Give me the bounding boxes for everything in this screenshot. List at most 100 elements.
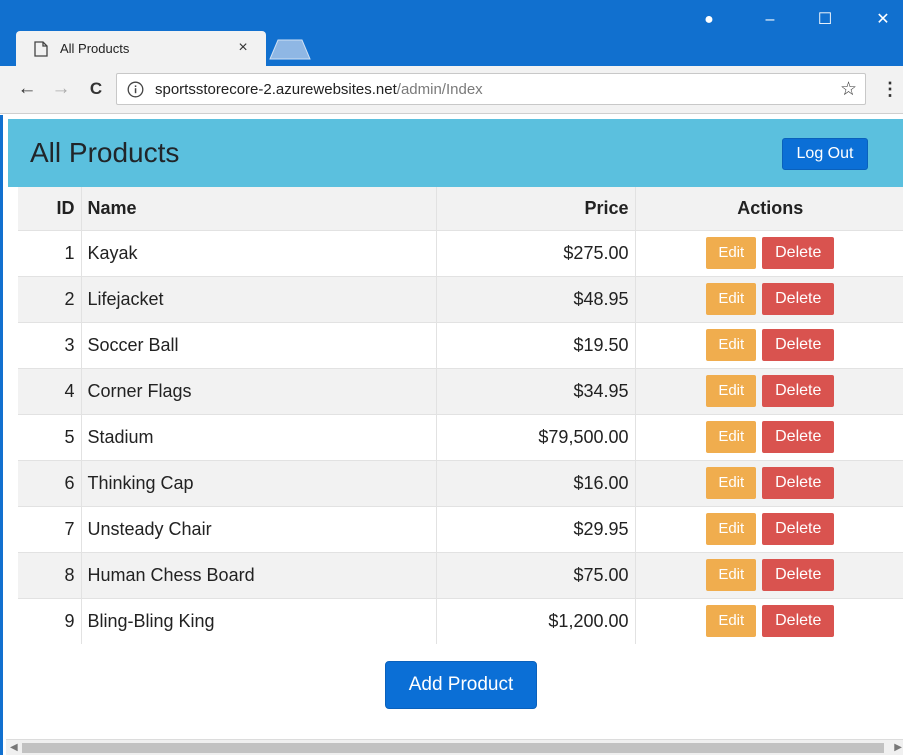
column-header-name: Name [81,187,437,230]
back-icon[interactable]: ← [16,78,38,100]
scrollbar-thumb[interactable] [22,743,884,753]
product-id: 7 [18,506,82,552]
close-window-icon[interactable]: ✕ [868,10,898,30]
delete-button[interactable]: Delete [762,605,835,638]
product-name: Corner Flags [81,368,437,414]
delete-button[interactable]: Delete [762,421,835,453]
product-id: 4 [18,368,82,414]
row-actions: Edit Delete [635,368,903,414]
table-row: 9 Bling-Bling King $1,200.00 Edit Delete [18,598,903,644]
row-actions: Edit Delete [635,276,903,322]
url-host: sportsstorecore-2.azurewebsites.net [155,81,397,98]
maximize-icon[interactable]: ☐ [810,10,840,30]
product-price: $1,200.00 [436,598,636,644]
product-price: $34.95 [436,368,636,414]
table-row: 3 Soccer Ball $19.50 Edit Delete [18,322,903,368]
row-actions: Edit Delete [635,460,903,506]
forward-icon[interactable]: → [50,78,72,100]
delete-button[interactable]: Delete [762,329,835,361]
url-path: /admin/Index [396,81,483,98]
row-actions: Edit Delete [635,414,903,460]
delete-button[interactable]: Delete [762,467,835,499]
minimize-icon[interactable]: – [755,10,785,30]
product-name: Stadium [81,414,437,460]
row-actions: Edit Delete [635,322,903,368]
column-header-actions: Actions [737,197,804,218]
product-price: $48.95 [436,276,636,322]
page-header: All Products Log Out [8,119,903,187]
page-content: All Products Log Out ID Name Price Actio… [0,115,903,755]
table-row: 1 Kayak $275.00 Edit Delete [18,230,903,276]
edit-button[interactable]: Edit [706,513,757,545]
product-id: 1 [18,230,82,276]
add-product-button[interactable]: Add Product [385,661,537,709]
product-id: 6 [18,460,82,506]
reload-icon[interactable]: C [85,78,107,100]
table-row: 7 Unsteady Chair $29.95 Edit Delete [18,506,903,552]
column-header-id: ID [18,187,82,230]
product-name: Lifejacket [81,276,437,322]
logout-button[interactable]: Log Out [782,138,868,170]
document-icon [34,41,48,57]
product-price: $29.95 [436,506,636,552]
product-id: 3 [18,322,82,368]
table-row: 6 Thinking Cap $16.00 Edit Delete [18,460,903,506]
product-name: Soccer Ball [81,322,437,368]
scroll-left-icon[interactable]: ◀ [10,740,18,755]
column-header-price: Price [436,187,636,230]
edit-button[interactable]: Edit [706,559,757,591]
edit-button[interactable]: Edit [706,467,757,499]
page-title: All Products [30,137,180,168]
product-price: $75.00 [436,552,636,598]
new-tab-button[interactable] [268,38,312,60]
product-price: $19.50 [436,322,636,368]
product-id: 9 [18,598,82,644]
browser-titlebar: All Products × ● – ☐ ✕ [0,0,903,67]
delete-button[interactable]: Delete [762,283,835,315]
product-name: Thinking Cap [81,460,437,506]
info-icon[interactable] [127,81,144,98]
edit-button[interactable]: Edit [706,237,757,269]
row-actions: Edit Delete [635,230,903,276]
product-name: Unsteady Chair [81,506,437,552]
row-actions: Edit Delete [635,552,903,598]
delete-button[interactable]: Delete [762,559,835,591]
scroll-right-icon[interactable]: ▶ [894,740,902,755]
browser-menu-icon[interactable]: ⋮ [880,78,900,100]
row-actions: Edit Delete [635,506,903,552]
browser-tab[interactable]: All Products × [16,31,266,67]
product-id: 8 [18,552,82,598]
edit-button[interactable]: Edit [706,375,757,407]
products-table: ID Name Price Actions 1 Kayak $275.00 Ed… [18,187,903,644]
url-text: sportsstorecore-2.azurewebsites.net/admi… [155,81,483,98]
product-name: Human Chess Board [81,552,437,598]
edit-button[interactable]: Edit [706,421,757,453]
table-row: 4 Corner Flags $34.95 Edit Delete [18,368,903,414]
tab-title: All Products [60,41,130,56]
bookmark-star-icon[interactable]: ☆ [840,78,857,101]
address-bar[interactable]: sportsstorecore-2.azurewebsites.net/admi… [116,73,866,105]
table-row: 5 Stadium $79,500.00 Edit Delete [18,414,903,460]
table-row: 2 Lifejacket $48.95 Edit Delete [18,276,903,322]
delete-button[interactable]: Delete [762,375,835,407]
browser-toolbar: ← → C sportsstorecore-2.azurewebsites.ne… [0,66,903,114]
product-name: Kayak [81,230,437,276]
table-row: 8 Human Chess Board $75.00 Edit Delete [18,552,903,598]
product-price: $275.00 [436,230,636,276]
edit-button[interactable]: Edit [706,283,757,315]
tab-close-icon[interactable]: × [234,39,252,57]
delete-button[interactable]: Delete [762,237,835,269]
table-header-row: ID Name Price Actions [18,187,903,230]
profile-icon[interactable]: ● [694,10,724,30]
product-id: 2 [18,276,82,322]
product-price: $79,500.00 [436,414,636,460]
row-actions: Edit Delete [635,598,903,644]
product-id: 5 [18,414,82,460]
horizontal-scrollbar[interactable]: ◀ ▶ [6,739,903,755]
edit-button[interactable]: Edit [706,329,757,361]
table-body: 1 Kayak $275.00 Edit Delete 2 Lifejacket … [18,230,903,644]
edit-button[interactable]: Edit [706,605,757,638]
product-name: Bling-Bling King [81,598,437,644]
product-price: $16.00 [436,460,636,506]
delete-button[interactable]: Delete [762,513,835,545]
